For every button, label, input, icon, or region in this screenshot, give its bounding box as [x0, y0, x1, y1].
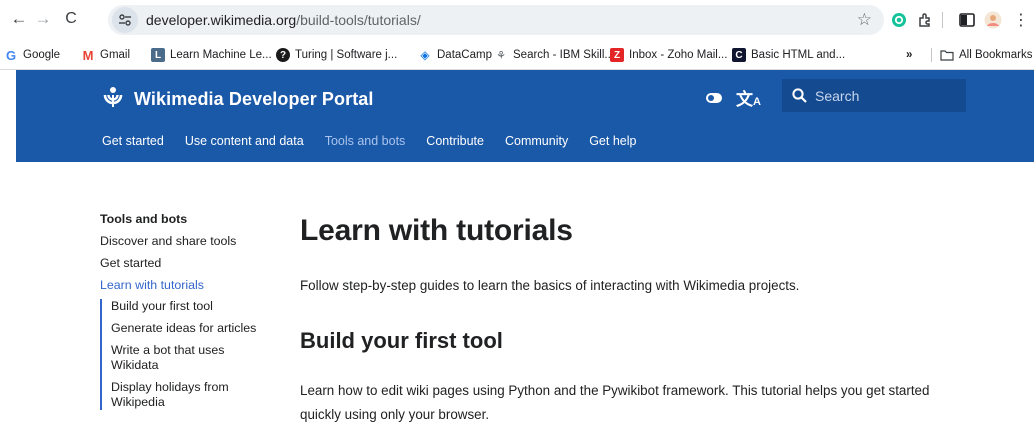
- search-box[interactable]: [782, 79, 966, 112]
- bookmark-datacamp[interactable]: ◈ DataCamp: [418, 46, 492, 64]
- folder-icon: [940, 48, 954, 62]
- sidebar-nav: Tools and bots Discover and share tools …: [100, 212, 275, 417]
- side-panel-icon[interactable]: [956, 9, 978, 31]
- bookmark-label: Google: [23, 49, 61, 61]
- bookmark-ibm-skills[interactable]: ⚘ Search - IBM Skill...: [494, 46, 614, 64]
- toolbar-divider: [942, 12, 943, 28]
- forward-icon[interactable]: →: [32, 8, 54, 30]
- extensions-icon[interactable]: [914, 9, 936, 31]
- bookmark-label: DataCamp: [437, 49, 492, 61]
- more-bookmarks-button[interactable]: »: [906, 46, 912, 64]
- primary-nav: Get started Use content and data Tools a…: [102, 134, 657, 148]
- sidebar-item-get-started[interactable]: Get started: [100, 256, 275, 270]
- sidebar-subitem-generate-ideas[interactable]: Generate ideas for articles: [111, 321, 275, 336]
- bookmark-star-icon[interactable]: ☆: [857, 10, 872, 30]
- bookmark-label: Search - IBM Skill...: [513, 49, 614, 61]
- language-icon[interactable]: 文A: [736, 85, 761, 110]
- url-host: developer.wikimedia.org: [146, 12, 297, 28]
- section-title: Build your first tool: [300, 328, 503, 353]
- datacamp-icon: ◈: [420, 48, 430, 62]
- ibm-icon: ⚘: [496, 49, 506, 62]
- page-lead: Follow step-by-step guides to learn the …: [300, 278, 800, 293]
- gmail-icon: M: [82, 47, 94, 63]
- site-title: Wikimedia Developer Portal: [134, 89, 374, 109]
- codecademy-icon: C: [732, 48, 746, 62]
- bookmark-label: Gmail: [100, 49, 131, 61]
- nav-get-help[interactable]: Get help: [589, 134, 636, 148]
- more-bookmarks-label: »: [906, 49, 913, 61]
- bookmark-google[interactable]: G Google: [4, 46, 60, 64]
- site-info-icon[interactable]: [112, 7, 138, 33]
- search-icon: [792, 88, 807, 103]
- main-content: Learn with tutorials Follow step-by-step…: [300, 214, 1000, 427]
- sidebar-item-discover-tools[interactable]: Discover and share tools: [100, 234, 275, 248]
- back-icon[interactable]: ←: [8, 8, 30, 30]
- nav-tools-and-bots[interactable]: Tools and bots: [325, 134, 406, 148]
- search-input[interactable]: [815, 87, 955, 104]
- all-bookmarks-label: All Bookmarks: [959, 49, 1033, 61]
- site-header: Wikimedia Developer Portal 文A Get starte…: [16, 70, 1034, 162]
- browser-toolbar: ← → C developer.wikimedia.org/build-tool…: [0, 0, 1034, 40]
- menu-kebab-icon[interactable]: ⋮: [1010, 9, 1032, 31]
- bookmark-label: Basic HTML and...: [751, 49, 846, 61]
- nav-use-content-and-data[interactable]: Use content and data: [185, 134, 304, 148]
- url-text[interactable]: developer.wikimedia.org/build-tools/tuto…: [146, 12, 421, 28]
- google-icon: G: [5, 47, 17, 63]
- bookmark-turing[interactable]: ? Turing | Software j...: [276, 46, 397, 64]
- ml-icon: L: [151, 48, 165, 62]
- wikimedia-logo-icon: [102, 86, 124, 113]
- theme-toggle-icon[interactable]: [706, 93, 722, 103]
- bookmark-basic-html[interactable]: C Basic HTML and...: [732, 46, 845, 64]
- bookmark-zoho-mail[interactable]: Z Inbox - Zoho Mail...: [610, 46, 727, 64]
- nav-contribute[interactable]: Contribute: [426, 134, 484, 148]
- url-path: /build-tools/tutorials/: [296, 12, 421, 28]
- nav-community[interactable]: Community: [505, 134, 568, 148]
- bookmarks-bar: G Google M Gmail L Learn Machine Le... ?…: [0, 40, 1034, 70]
- sidebar-subitem-wikidata-bot[interactable]: Write a bot that uses Wikidata: [111, 343, 251, 373]
- bookmark-label: Turing | Software j...: [295, 49, 398, 61]
- sidebar-subitem-build-first-tool[interactable]: Build your first tool: [111, 299, 275, 314]
- grammarly-icon[interactable]: [888, 9, 910, 31]
- sidebar-item-learn-with-tutorials[interactable]: Learn with tutorials: [100, 278, 275, 292]
- section-description: Learn how to edit wiki pages using Pytho…: [300, 383, 930, 422]
- bookmark-gmail[interactable]: M Gmail: [81, 46, 130, 64]
- site-brand[interactable]: Wikimedia Developer Portal: [102, 86, 374, 113]
- reload-icon[interactable]: C: [60, 8, 82, 30]
- bookmark-learn-ml[interactable]: L Learn Machine Le...: [151, 46, 272, 64]
- sidebar-title: Tools and bots: [100, 212, 188, 226]
- profile-avatar-icon[interactable]: [982, 9, 1004, 31]
- nav-get-started[interactable]: Get started: [102, 134, 164, 148]
- sidebar-subnav: Build your first tool Generate ideas for…: [100, 299, 275, 410]
- bookmark-label: Learn Machine Le...: [170, 49, 272, 61]
- bookmarks-divider: [931, 48, 932, 62]
- bookmark-label: Inbox - Zoho Mail...: [629, 49, 728, 61]
- sidebar-subitem-display-holidays[interactable]: Display holidays from Wikipedia: [111, 380, 251, 410]
- turing-icon: ?: [276, 48, 290, 62]
- page-title: Learn with tutorials: [300, 214, 573, 247]
- zoho-icon: Z: [610, 48, 624, 62]
- all-bookmarks-button[interactable]: All Bookmarks: [940, 46, 1033, 64]
- address-bar[interactable]: developer.wikimedia.org/build-tools/tuto…: [108, 5, 884, 35]
